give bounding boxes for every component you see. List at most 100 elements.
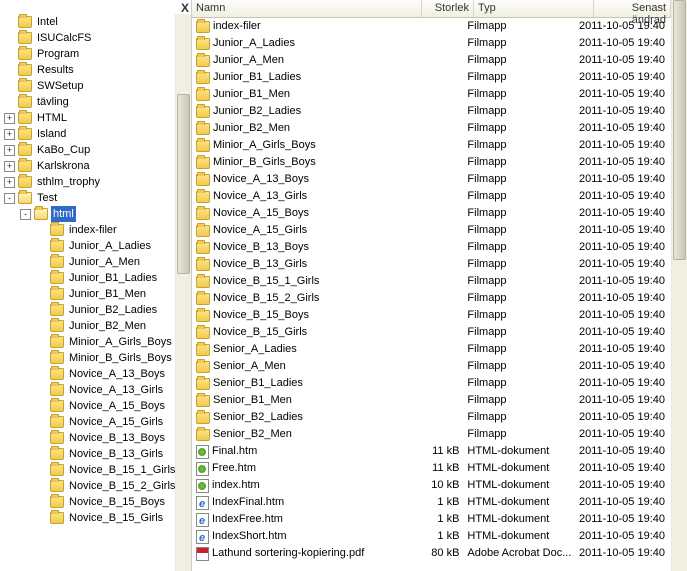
tree-item[interactable]: +sthlm_trophy: [2, 174, 191, 190]
tree-item[interactable]: -Test: [2, 190, 191, 206]
tree-item[interactable]: Results: [2, 62, 191, 78]
expand-icon[interactable]: +: [4, 129, 15, 140]
file-row[interactable]: Junior_A_LadiesFilmapp2011-10-05 19:40: [192, 35, 671, 52]
tree-item[interactable]: +Island: [2, 126, 191, 142]
tree-item[interactable]: Junior_B1_Men: [2, 286, 191, 302]
tree-item[interactable]: Novice_A_15_Girls: [2, 414, 191, 430]
file-row[interactable]: Junior_B1_MenFilmapp2011-10-05 19:40: [192, 86, 671, 103]
tree-item[interactable]: SWSetup: [2, 78, 191, 94]
tree-item[interactable]: Novice_A_15_Boys: [2, 398, 191, 414]
collapse-icon[interactable]: -: [20, 209, 31, 220]
file-type: Filmapp: [463, 103, 579, 120]
tree-item[interactable]: +HTML: [2, 110, 191, 126]
file-date: 2011-10-05 19:40: [579, 375, 671, 392]
tree-item-label: Junior_A_Ladies: [67, 238, 153, 254]
tree-item[interactable]: Program: [2, 46, 191, 62]
collapse-icon[interactable]: -: [4, 193, 15, 204]
file-scroll-thumb[interactable]: [673, 0, 686, 260]
file-row[interactable]: Junior_B1_LadiesFilmapp2011-10-05 19:40: [192, 69, 671, 86]
folder-icon: [196, 259, 210, 271]
file-row[interactable]: Novice_B_15_BoysFilmapp2011-10-05 19:40: [192, 307, 671, 324]
tree-item[interactable]: Junior_B2_Men: [2, 318, 191, 334]
tree-item[interactable]: Novice_B_13_Boys: [2, 430, 191, 446]
tree-item[interactable]: Intel: [2, 14, 191, 30]
tree-item[interactable]: Novice_B_15_2_Girls: [2, 478, 191, 494]
expand-icon[interactable]: +: [4, 113, 15, 124]
file-row[interactable]: Senior_B1_MenFilmapp2011-10-05 19:40: [192, 392, 671, 409]
file-scrollbar[interactable]: [671, 0, 687, 571]
file-row[interactable]: Novice_B_15_GirlsFilmapp2011-10-05 19:40: [192, 324, 671, 341]
file-row[interactable]: Novice_B_15_1_GirlsFilmapp2011-10-05 19:…: [192, 273, 671, 290]
file-size: 80 kB: [413, 545, 463, 562]
header-size[interactable]: Storlek: [422, 0, 474, 17]
file-row[interactable]: Senior_A_LadiesFilmapp2011-10-05 19:40: [192, 341, 671, 358]
folder-icon: [18, 192, 32, 204]
file-row[interactable]: Senior_B1_LadiesFilmapp2011-10-05 19:40: [192, 375, 671, 392]
file-row[interactable]: Minior_A_Girls_BoysFilmapp2011-10-05 19:…: [192, 137, 671, 154]
file-type: Filmapp: [463, 307, 579, 324]
file-row[interactable]: Novice_B_13_BoysFilmapp2011-10-05 19:40: [192, 239, 671, 256]
expand-icon[interactable]: +: [4, 145, 15, 156]
file-row[interactable]: Junior_A_MenFilmapp2011-10-05 19:40: [192, 52, 671, 69]
file-row[interactable]: Novice_A_13_BoysFilmapp2011-10-05 19:40: [192, 171, 671, 188]
file-row[interactable]: Junior_B2_MenFilmapp2011-10-05 19:40: [192, 120, 671, 137]
file-row[interactable]: Senior_A_MenFilmapp2011-10-05 19:40: [192, 358, 671, 375]
tree-item[interactable]: Novice_B_15_Girls: [2, 510, 191, 526]
folder-tree[interactable]: IntelISUCalcFSProgramResultsSWSetuptävli…: [0, 0, 191, 526]
tree-item[interactable]: Novice_A_13_Boys: [2, 366, 191, 382]
header-type[interactable]: Typ: [474, 0, 594, 17]
expand-icon[interactable]: +: [4, 177, 15, 188]
tree-item[interactable]: Novice_B_13_Girls: [2, 446, 191, 462]
file-type: Filmapp: [463, 426, 579, 443]
folder-icon: [196, 344, 210, 356]
file-row[interactable]: Minior_B_Girls_BoysFilmapp2011-10-05 19:…: [192, 154, 671, 171]
tree-item[interactable]: Minior_A_Girls_Boys: [2, 334, 191, 350]
tree-item-label: Junior_A_Men: [67, 254, 142, 270]
tree-item[interactable]: index-filer: [2, 222, 191, 238]
folder-icon: [196, 412, 210, 424]
file-row[interactable]: Novice_A_15_BoysFilmapp2011-10-05 19:40: [192, 205, 671, 222]
file-row[interactable]: Novice_B_13_GirlsFilmapp2011-10-05 19:40: [192, 256, 671, 273]
file-row[interactable]: Junior_B2_LadiesFilmapp2011-10-05 19:40: [192, 103, 671, 120]
file-name: Final.htm: [212, 443, 257, 460]
tree-item[interactable]: +Karlskrona: [2, 158, 191, 174]
tree-item[interactable]: Novice_B_15_1_Girls: [2, 462, 191, 478]
tree-item[interactable]: Junior_B2_Ladies: [2, 302, 191, 318]
tree-scrollbar[interactable]: [175, 14, 191, 571]
tree-item[interactable]: Junior_B1_Ladies: [2, 270, 191, 286]
file-row[interactable]: index.htm10 kBHTML-dokument2011-10-05 19…: [192, 477, 671, 494]
tree-item[interactable]: Minior_B_Girls_Boys: [2, 350, 191, 366]
file-row[interactable]: index-filerFilmapp2011-10-05 19:40: [192, 18, 671, 35]
file-name: Junior_A_Men: [213, 52, 284, 69]
file-row[interactable]: Novice_A_13_GirlsFilmapp2011-10-05 19:40: [192, 188, 671, 205]
file-row[interactable]: Novice_A_15_GirlsFilmapp2011-10-05 19:40: [192, 222, 671, 239]
file-row[interactable]: Senior_B2_MenFilmapp2011-10-05 19:40: [192, 426, 671, 443]
tree-item[interactable]: Novice_A_13_Girls: [2, 382, 191, 398]
tree-item[interactable]: Junior_A_Ladies: [2, 238, 191, 254]
close-tree-button[interactable]: X: [181, 1, 189, 15]
folder-icon: [18, 16, 32, 28]
file-row[interactable]: IndexShort.htm1 kBHTML-dokument2011-10-0…: [192, 528, 671, 545]
file-row[interactable]: Senior_B2_LadiesFilmapp2011-10-05 19:40: [192, 409, 671, 426]
file-row[interactable]: Free.htm11 kBHTML-dokument2011-10-05 19:…: [192, 460, 671, 477]
file-row[interactable]: Lathund sortering-kopiering.pdf80 kBAdob…: [192, 545, 671, 562]
tree-item-label: Novice_B_15_2_Girls: [67, 478, 177, 494]
file-row[interactable]: Novice_B_15_2_GirlsFilmapp2011-10-05 19:…: [192, 290, 671, 307]
file-list[interactable]: index-filerFilmapp2011-10-05 19:40Junior…: [192, 18, 671, 562]
header-name[interactable]: Namn: [192, 0, 422, 17]
header-date[interactable]: Senast ändrad: [594, 0, 671, 17]
file-row[interactable]: IndexFree.htm1 kBHTML-dokument2011-10-05…: [192, 511, 671, 528]
tree-item[interactable]: Novice_B_15_Boys: [2, 494, 191, 510]
tree-item[interactable]: ISUCalcFS: [2, 30, 191, 46]
tree-item[interactable]: tävling: [2, 94, 191, 110]
file-type: HTML-dokument: [463, 511, 579, 528]
file-type: HTML-dokument: [463, 477, 579, 494]
expand-icon[interactable]: +: [4, 161, 15, 172]
tree-item[interactable]: +KaBo_Cup: [2, 142, 191, 158]
tree-item[interactable]: -html: [2, 206, 191, 222]
tree-item[interactable]: Junior_A_Men: [2, 254, 191, 270]
tree-scroll-thumb[interactable]: [177, 94, 190, 274]
file-row[interactable]: IndexFinal.htm1 kBHTML-dokument2011-10-0…: [192, 494, 671, 511]
file-name: Novice_A_13_Girls: [213, 188, 307, 205]
file-row[interactable]: Final.htm11 kBHTML-dokument2011-10-05 19…: [192, 443, 671, 460]
